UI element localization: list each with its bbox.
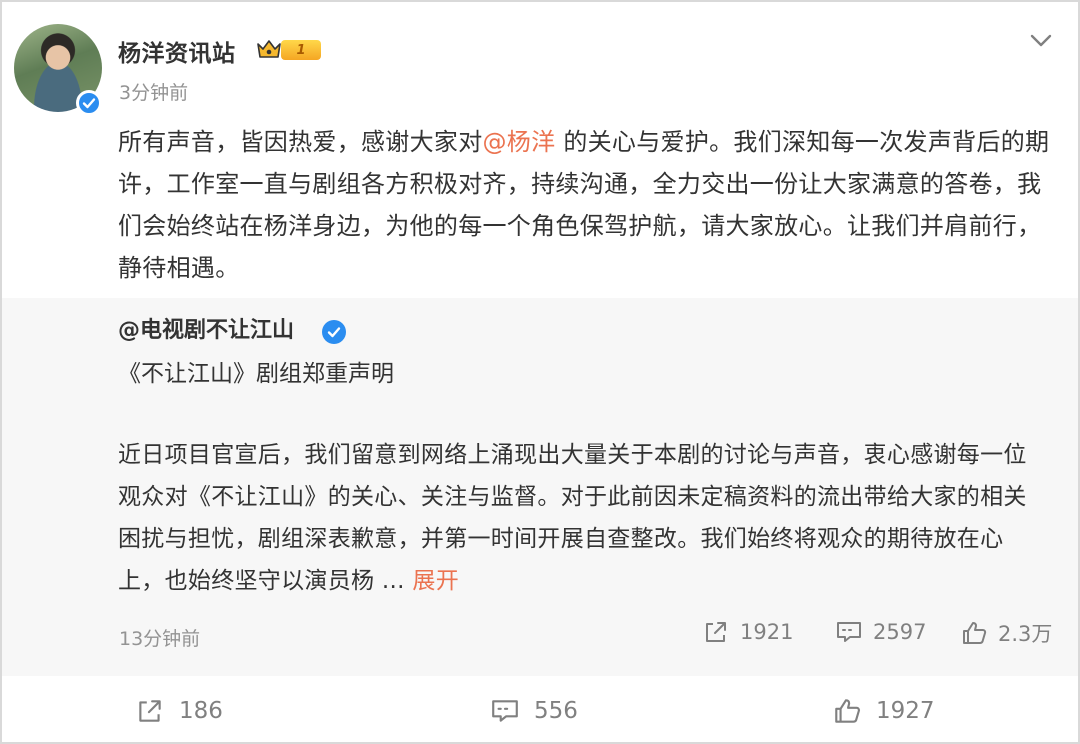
repost-comment-button[interactable]: 2597 — [835, 618, 926, 646]
chevron-down-icon[interactable] — [1027, 26, 1055, 54]
repost-like-button[interactable]: 2.3万 — [960, 618, 1052, 648]
comment-icon — [492, 700, 518, 722]
repost-time: 13分钟前 — [119, 628, 201, 650]
post-time: 3分钟前 — [119, 82, 189, 104]
level-badge: 1 — [281, 40, 321, 60]
share-count: 186 — [179, 698, 223, 724]
repost-block[interactable]: @电视剧不让江山 《不让江山》剧组郑重声明 近日项目官宣后，我们留意到网络上涌现… — [2, 298, 1078, 676]
share-icon — [139, 700, 161, 722]
ellipsis: ... — [381, 568, 405, 594]
like-icon — [835, 699, 860, 723]
author-name[interactable]: 杨洋资讯站 — [118, 34, 236, 68]
expand-link[interactable]: 展开 — [412, 568, 459, 594]
mention-link[interactable]: @杨洋 — [483, 128, 556, 156]
repost-author[interactable]: @电视剧不让江山 — [118, 312, 294, 344]
repost-title: 《不让江山》剧组郑重声明 — [118, 361, 394, 387]
like-button[interactable]: 1927 — [832, 696, 935, 726]
crown-icon — [257, 40, 281, 58]
post-text: 所有声音，皆因热爱，感谢大家对@杨洋 的关心与爱护。我们深知每一次发声背后的期许… — [118, 121, 1058, 289]
repost-like-count: 2.3万 — [998, 622, 1053, 646]
post-text-start: 所有声音，皆因热爱，感谢大家对 — [118, 128, 483, 156]
repost-share-button[interactable]: 1921 — [702, 618, 793, 646]
like-count: 1927 — [876, 698, 935, 724]
verified-icon — [322, 320, 346, 344]
repost-body-text: 近日项目官宣后，我们留意到网络上涌现出大量关于本剧的讨论与声音，衷心感谢每一位观… — [118, 442, 1027, 594]
share-button[interactable]: 186 — [135, 696, 223, 726]
like-icon — [963, 622, 987, 644]
weibo-post-card: 杨洋资讯站 1 3分钟前 所有声音，皆因热爱，感谢大家对@杨洋 的关心与爱护。我… — [0, 0, 1080, 744]
share-icon — [706, 622, 726, 642]
comment-icon — [837, 622, 861, 642]
comment-button[interactable]: 556 — [490, 696, 578, 726]
repost-share-count: 1921 — [740, 620, 794, 644]
verified-icon — [76, 90, 102, 116]
repost-body: 近日项目官宣后，我们留意到网络上涌现出大量关于本剧的讨论与声音，衷心感谢每一位观… — [118, 434, 1048, 602]
comment-count: 556 — [534, 698, 578, 724]
repost-comment-count: 2597 — [873, 620, 927, 644]
